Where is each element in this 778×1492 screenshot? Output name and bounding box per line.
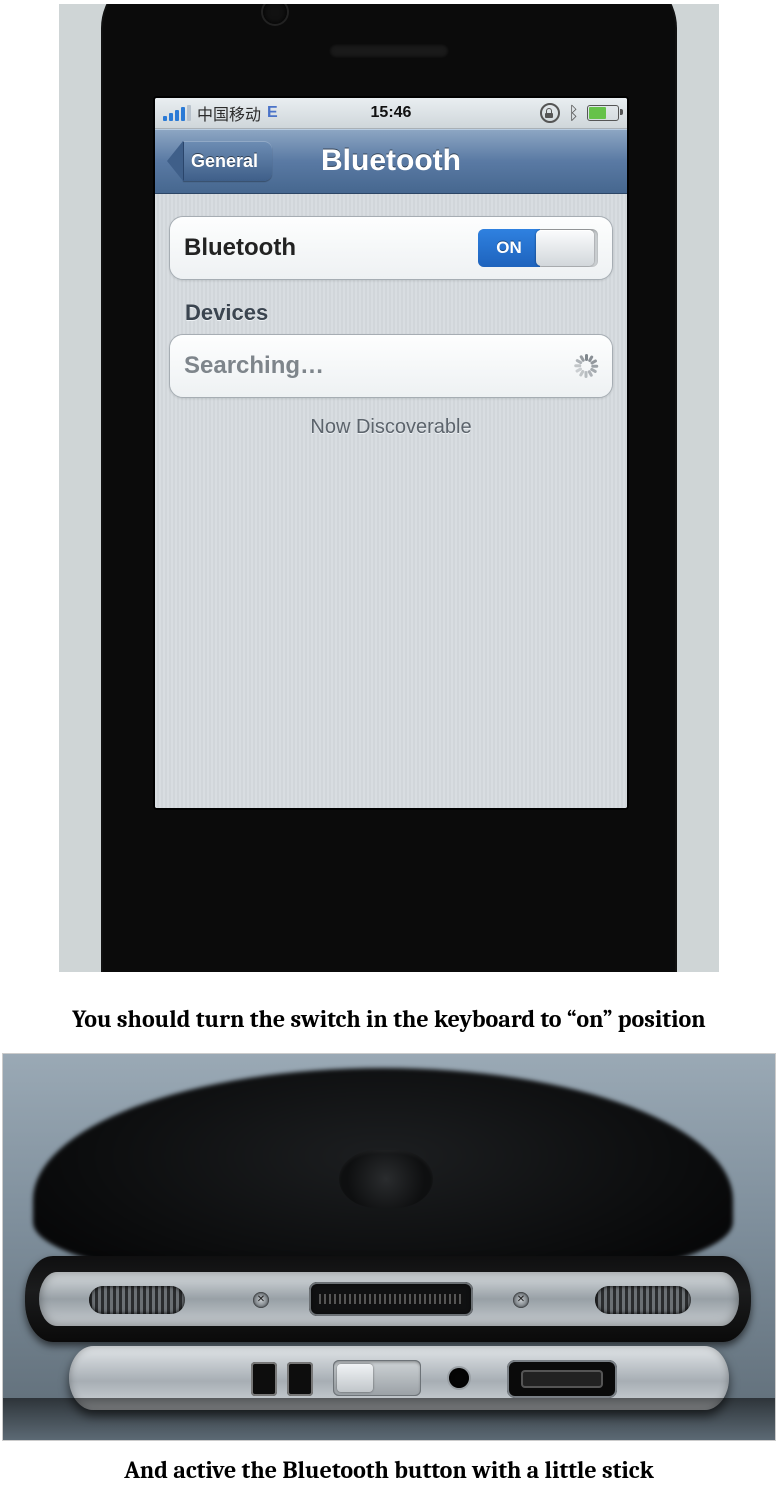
floor-shadow [3,1398,775,1441]
discoverable-label: Now Discoverable [169,416,613,439]
screw-icon [253,1292,269,1308]
keyboard-usb-port [507,1360,617,1398]
devices-section-header: Devices [185,300,613,326]
bluetooth-switch[interactable]: ON [478,229,598,267]
keyboard-vent [287,1362,313,1396]
settings-content: Bluetooth ON Devices Searching… [155,194,627,810]
iphone-body: 中国移动 E 15:46 ᛒ General Bluetooth [103,4,675,972]
keyboard-power-switch[interactable] [333,1360,421,1396]
speaker-grill-left [89,1286,185,1314]
iphone-screen: 中国移动 E 15:46 ᛒ General Bluetooth [153,96,629,810]
keyboard-vent [251,1362,277,1396]
navigation-bar: General Bluetooth [155,129,627,194]
earpiece-speaker [329,44,449,58]
bluetooth-toggle-row: Bluetooth ON [170,217,612,279]
caption-bluetooth-button: And active the Bluetooth button with a l… [0,1455,778,1486]
back-arrow-icon [167,141,183,181]
photo-iphone-bluetooth-settings: 中国移动 E 15:46 ᛒ General Bluetooth [59,4,719,972]
back-button-label: General [183,141,272,181]
front-camera [263,4,287,24]
battery-icon [587,105,619,121]
dock-connector [309,1282,473,1316]
status-bar: 中国移动 E 15:46 ᛒ [155,98,627,129]
spinner-icon [574,354,598,378]
caption-switch-on: You should turn the switch in the keyboa… [0,1004,778,1035]
switch-on-label: ON [478,229,540,267]
page-title: Bluetooth [321,144,461,178]
bluetooth-row-label: Bluetooth [184,234,296,262]
searching-label: Searching… [184,352,324,380]
switch-knob [536,230,594,266]
back-button[interactable]: General [167,141,272,181]
home-button-blur [339,1150,433,1208]
photo-keyboard-switch [2,1053,776,1441]
bluetooth-toggle-group: Bluetooth ON [169,216,613,280]
screw-icon [513,1292,529,1308]
devices-group: Searching… [169,334,613,398]
searching-row: Searching… [170,335,612,397]
speaker-grill-right [595,1286,691,1314]
